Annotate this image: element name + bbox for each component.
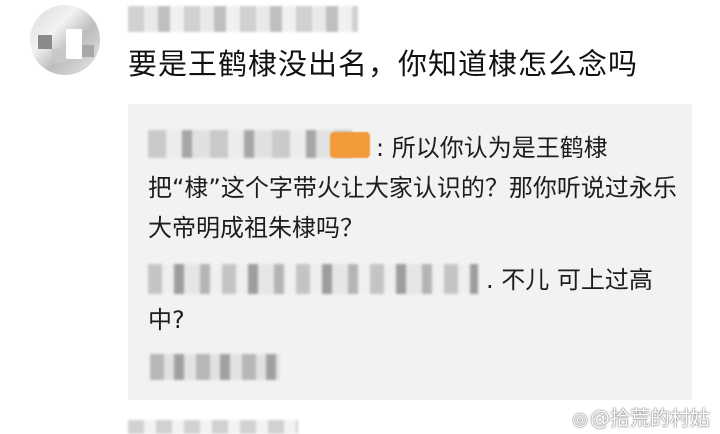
- username-blurred[interactable]: [128, 6, 358, 32]
- comment-text: 要是王鹤棣没出名，你知道棣怎么念吗: [128, 47, 639, 81]
- avatar-pixel: [38, 35, 52, 49]
- reply-text: : 所以你认为是王鹤棣把“棣”这个字带火让大家认识的？那你听说过永乐大帝明成祖朱…: [148, 134, 677, 242]
- avatar[interactable]: [30, 5, 100, 75]
- reply-box: : 所以你认为是王鹤棣把“棣”这个字带火让大家认识的？那你听说过永乐大帝明成祖朱…: [128, 104, 692, 400]
- comment-meta-blurred: [128, 420, 298, 434]
- weibo-icon: ◎: [572, 409, 588, 430]
- avatar-pixel: [52, 49, 66, 63]
- second-reply-text: . 不儿 可上过高中?: [148, 266, 653, 334]
- avatar-pixel: [66, 29, 82, 59]
- avatar-pixel: [82, 45, 94, 57]
- watermark: ◎ @拾荒的村姑: [572, 402, 710, 431]
- view-replies-link-blurred[interactable]: [150, 354, 280, 380]
- watermark-text: @拾荒的村姑: [590, 406, 710, 430]
